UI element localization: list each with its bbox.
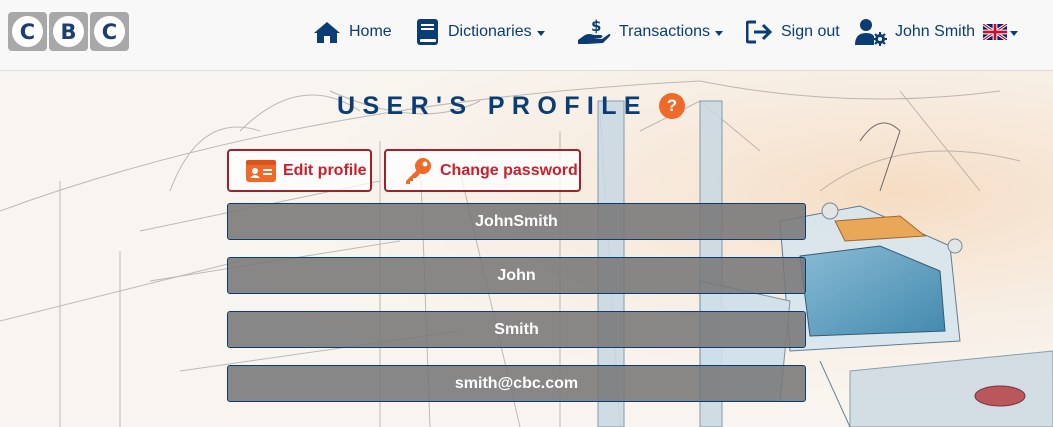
edit-profile-button[interactable]: Edit profile (227, 149, 372, 192)
cbc-logo[interactable]: C B C (8, 12, 129, 51)
language-selector[interactable] (983, 0, 1018, 64)
svg-text:$: $ (591, 18, 601, 35)
page-title: USER'S PROFILE (337, 92, 648, 120)
nav-sign-out-label: Sign out (781, 23, 840, 40)
home-icon (314, 22, 340, 43)
top-navbar: C B C Home Dictionaries $ Transactions S… (0, 0, 1053, 71)
nav-user-menu[interactable]: John Smith (855, 0, 975, 64)
key-icon (406, 157, 431, 184)
nav-transactions-label: Transactions (619, 23, 710, 40)
last-name-field: Smith (227, 311, 806, 348)
edit-profile-label: Edit profile (283, 161, 367, 179)
username-field: JohnSmith (227, 203, 806, 240)
change-password-label: Change password (440, 161, 578, 179)
chevron-down-icon (715, 30, 723, 36)
sign-out-icon (746, 20, 773, 44)
nav-transactions[interactable]: $ Transactions (577, 0, 723, 64)
chevron-down-icon (536, 30, 545, 36)
hand-dollar-icon: $ (578, 18, 611, 44)
nav-dictionaries[interactable]: Dictionaries (416, 0, 545, 64)
id-card-icon (246, 159, 276, 182)
email-field: smith@cbc.com (227, 365, 806, 402)
help-icon[interactable]: ? (659, 93, 685, 119)
nav-user-name: John Smith (895, 23, 976, 40)
logo-letter: C (12, 16, 43, 47)
nav-sign-out[interactable]: Sign out (746, 0, 840, 64)
nav-home[interactable]: Home (313, 0, 392, 64)
book-icon (417, 19, 438, 45)
logo-letter: B (53, 16, 84, 47)
chevron-down-icon (1010, 30, 1018, 36)
change-password-button[interactable]: Change password (384, 149, 581, 192)
logo-letter: C (94, 16, 125, 47)
nav-home-label: Home (349, 23, 392, 40)
nav-dictionaries-label: Dictionaries (448, 23, 532, 40)
first-name-field: John (227, 257, 806, 294)
user-gear-icon (855, 19, 887, 46)
uk-flag-icon (983, 24, 1007, 40)
